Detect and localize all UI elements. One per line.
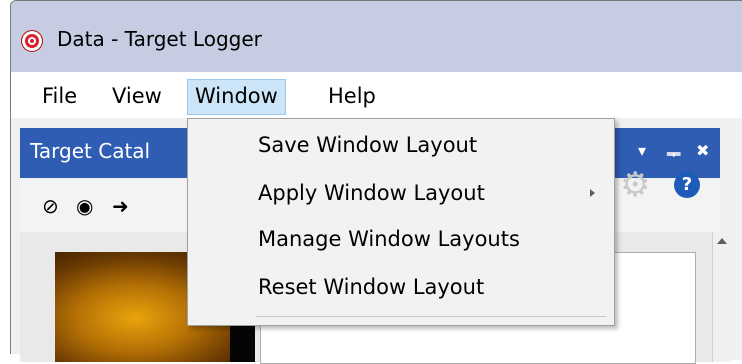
gear-icon[interactable]: ⚙ xyxy=(620,165,650,205)
menu-item-reset-window-layout[interactable]: Reset Window Layout xyxy=(188,265,614,309)
title-bar: Data - Target Logger xyxy=(11,1,742,81)
menu-view[interactable]: View xyxy=(105,79,169,113)
menu-separator xyxy=(256,316,606,317)
eye-icon[interactable]: ◉ xyxy=(76,194,93,218)
menu-item-label: Reset Window Layout xyxy=(258,275,485,299)
menu-item-label: Apply Window Layout xyxy=(258,181,485,205)
window-title: Data - Target Logger xyxy=(57,27,262,51)
menu-item-manage-window-layouts[interactable]: Manage Window Layouts xyxy=(188,217,614,261)
eye-hidden-icon[interactable]: ⊘ xyxy=(42,194,59,218)
help-icon[interactable]: ? xyxy=(674,172,700,198)
menu-item-label: Manage Window Layouts xyxy=(258,227,520,251)
submenu-arrow-icon xyxy=(590,189,595,197)
target-logo-icon xyxy=(21,30,43,52)
menu-item-label: Save Window Layout xyxy=(258,133,478,157)
menu-item-apply-window-layout[interactable]: Apply Window Layout xyxy=(188,171,614,215)
menu-item-save-window-layout[interactable]: Save Window Layout xyxy=(188,123,614,167)
panel-dropdown-icon[interactable]: ▾ xyxy=(638,141,646,160)
panel-title: Target Catal xyxy=(30,139,151,163)
menu-window[interactable]: Window xyxy=(187,79,286,115)
menu-bar: File View Window Help xyxy=(11,72,742,118)
vertical-scrollbar[interactable] xyxy=(712,232,731,362)
export-arrow-icon[interactable]: ➜ xyxy=(112,194,129,218)
window-menu-dropdown: Save Window Layout Apply Window Layout M… xyxy=(187,118,615,326)
pin-icon[interactable]: ᆍ xyxy=(666,141,681,165)
menu-help[interactable]: Help xyxy=(321,79,383,113)
menu-file[interactable]: File xyxy=(35,79,84,113)
scroll-up-icon[interactable] xyxy=(717,238,727,244)
close-icon[interactable]: ✖ xyxy=(696,141,709,160)
